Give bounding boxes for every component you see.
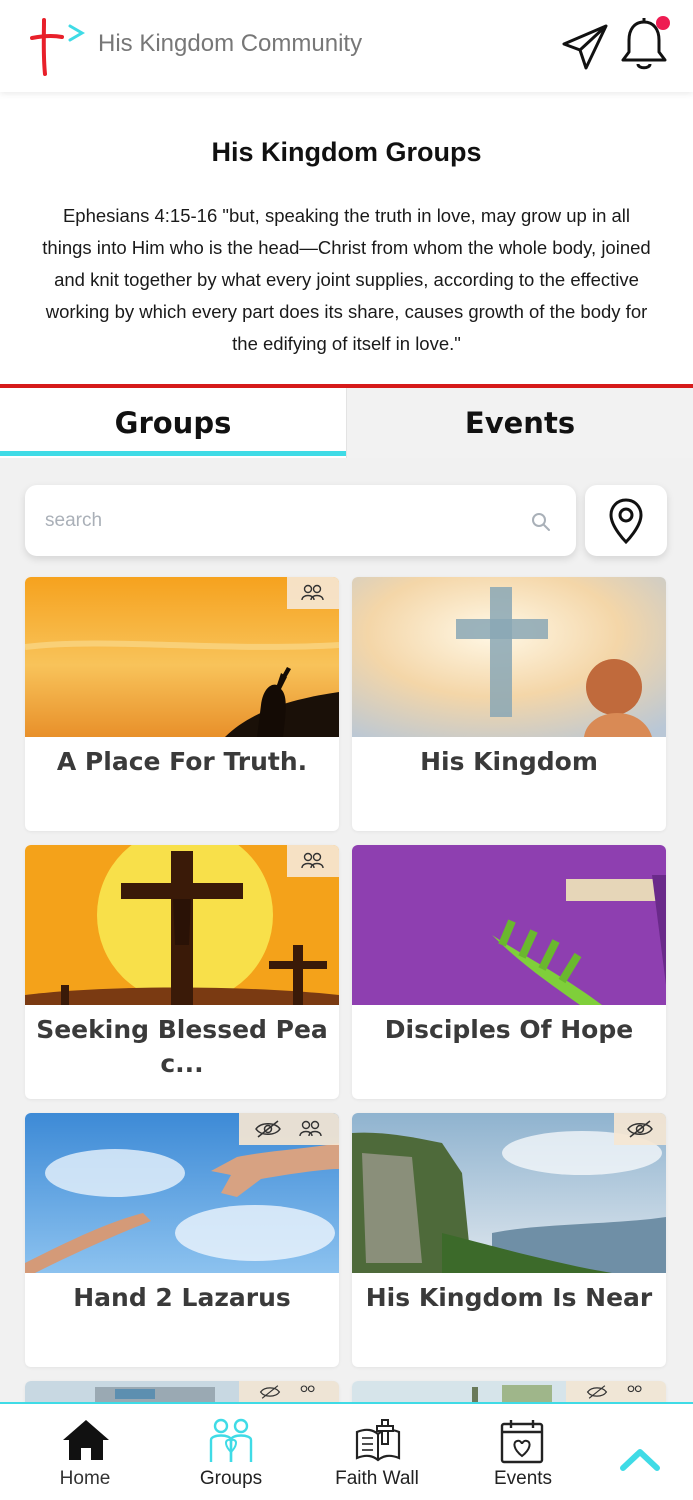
group-title: Disciples Of Hope bbox=[384, 1015, 634, 1044]
search-box bbox=[25, 485, 576, 556]
home-icon bbox=[63, 1420, 109, 1460]
group-card[interactable]: His Kingdom bbox=[352, 577, 666, 831]
group-image bbox=[352, 845, 666, 1005]
nav-home[interactable]: Home bbox=[30, 1404, 140, 1500]
map-pin-icon bbox=[609, 498, 643, 545]
group-card[interactable]: A Place For Truth. bbox=[25, 577, 339, 831]
group-title: Hand 2 Lazarus bbox=[73, 1283, 291, 1312]
nav-label: Home bbox=[59, 1468, 111, 1489]
group-title: His Kingdom Is Near bbox=[365, 1283, 653, 1312]
intro-section: His Kingdom Groups Ephesians 4:15-16 "bu… bbox=[0, 92, 693, 385]
group-card[interactable]: Seeking Blessed Pea c... bbox=[25, 845, 339, 1099]
cross-logo-icon[interactable] bbox=[30, 16, 86, 76]
group-card[interactable]: His Kingdom Is Near bbox=[352, 1113, 666, 1367]
group-icon bbox=[301, 584, 324, 601]
nav-events[interactable]: Events bbox=[468, 1404, 578, 1500]
hidden-eye-icon bbox=[255, 1120, 281, 1138]
bottom-nav: Home Groups Faith Wall Events bbox=[0, 1402, 693, 1500]
badge-area bbox=[614, 1113, 666, 1145]
group-icon bbox=[300, 1385, 315, 1393]
badge-area bbox=[287, 845, 339, 877]
tab-events[interactable]: Events bbox=[346, 388, 693, 458]
location-filter-button[interactable] bbox=[585, 485, 667, 556]
page-title: His Kingdom Groups bbox=[211, 137, 482, 167]
group-card[interactable]: Disciples Of Hope bbox=[352, 845, 666, 1099]
bible-icon bbox=[355, 1419, 401, 1462]
calendar-icon bbox=[500, 1420, 544, 1464]
hidden-eye-icon bbox=[627, 1120, 653, 1138]
tab-bar: Groups Events bbox=[0, 388, 693, 458]
group-icon bbox=[299, 1120, 322, 1137]
nav-label: Events bbox=[493, 1468, 553, 1489]
group-image bbox=[352, 577, 666, 737]
badge-area bbox=[287, 577, 339, 609]
app-title: His Kingdom Community bbox=[98, 30, 363, 57]
chevron-up-icon[interactable] bbox=[617, 1444, 663, 1474]
badge-area bbox=[239, 1113, 339, 1145]
active-tab-indicator bbox=[0, 451, 346, 456]
badge-area bbox=[239, 1381, 339, 1403]
group-title: His Kingdom bbox=[420, 747, 598, 776]
group-title: A Place For Truth. bbox=[56, 747, 308, 776]
groups-icon bbox=[209, 1418, 253, 1462]
tab-groups[interactable]: Groups bbox=[0, 388, 346, 458]
group-icon bbox=[627, 1385, 642, 1393]
scripture-verse: Ephesians 4:15-16 "but, speaking the tru… bbox=[42, 205, 651, 354]
nav-groups[interactable]: Groups bbox=[176, 1404, 286, 1500]
hidden-eye-icon bbox=[259, 1385, 281, 1399]
app-header: His Kingdom Community bbox=[0, 0, 693, 92]
hidden-eye-icon bbox=[586, 1385, 608, 1399]
badge-area bbox=[566, 1381, 666, 1403]
nav-label: Faith Wall bbox=[335, 1468, 419, 1489]
notification-dot bbox=[656, 16, 670, 30]
group-title: Seeking Blessed Pea c... bbox=[36, 1015, 328, 1078]
nav-label: Groups bbox=[199, 1468, 263, 1489]
search-input[interactable] bbox=[45, 501, 495, 541]
group-icon bbox=[301, 852, 324, 869]
paper-plane-icon[interactable] bbox=[560, 22, 610, 72]
group-card[interactable]: Hand 2 Lazarus bbox=[25, 1113, 339, 1367]
search-icon[interactable] bbox=[529, 510, 553, 534]
nav-faith-wall[interactable]: Faith Wall bbox=[322, 1404, 432, 1500]
